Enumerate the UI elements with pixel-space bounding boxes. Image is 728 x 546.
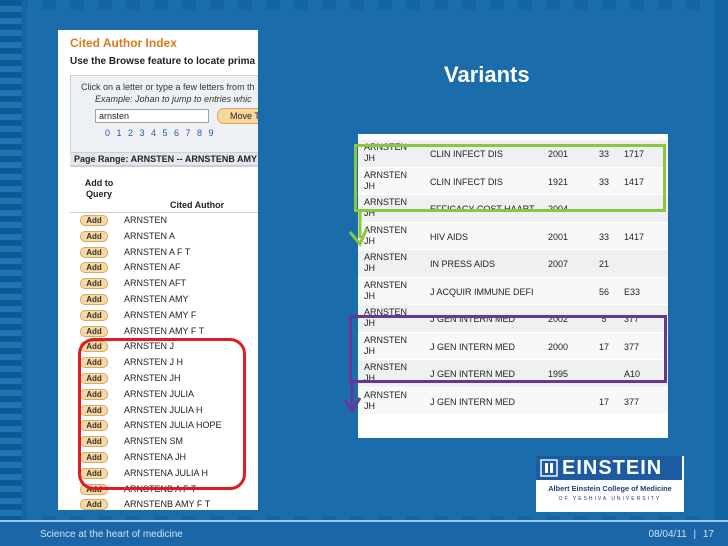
move-to-button[interactable]: Move To [217, 108, 258, 124]
cited-author-name: ARNSTEN AMY [124, 293, 189, 304]
cited-author-name: ARNSTENB AMY F T [124, 499, 211, 510]
einstein-logo: EINSTEIN Albert Einstein College of Medi… [536, 456, 684, 512]
footer-page-number: 17 [702, 529, 714, 540]
add-to-query-button[interactable]: Add [80, 262, 108, 274]
add-to-query-button[interactable]: Add [80, 278, 108, 290]
footer-separator: | [693, 529, 697, 540]
add-to-query-button[interactable]: Add [80, 325, 108, 337]
add-to-query-button[interactable]: Add [80, 499, 108, 510]
add-to-query-header: Add to Query [84, 178, 114, 199]
variant-page: E33 [624, 286, 641, 297]
purple-arrow-icon [343, 380, 362, 414]
einstein-emblem-icon [540, 459, 558, 477]
variant-year: 2001 [548, 231, 569, 242]
add-to-query-button[interactable]: Add [80, 293, 108, 305]
author-search-input[interactable]: arnsten [95, 109, 209, 123]
author-row: Add ARNSTEN AFT [80, 276, 258, 292]
cited-author-name: ARNSTEN AF [124, 262, 181, 273]
footer-tagline: Science at the heart of medicine [40, 529, 183, 540]
variant-page: 377 [624, 396, 640, 407]
variant-row: ARNSTEN JH IN PRESS AIDS 2007 21 [358, 250, 668, 278]
cited-author-index-title: Cited Author Index [70, 36, 177, 50]
red-highlight-box [78, 338, 246, 490]
footer-meta: 08/04/11 | 17 [649, 529, 714, 540]
author-row: Add ARNSTEN A [80, 229, 258, 245]
variant-row: ARNSTEN JH HIV AIDS 2001 33 1417 [358, 222, 668, 250]
logo-college: Albert Einstein College of Medicine [548, 484, 672, 493]
variant-volume: 17 [598, 396, 609, 407]
logo-name: EINSTEIN [562, 457, 663, 479]
variant-journal: J ACQUIR IMMUNE DEFI [430, 286, 534, 297]
variant-author: ARNSTEN JH [364, 252, 408, 273]
add-to-query-button[interactable]: Add [80, 215, 108, 226]
side-strip [0, 0, 22, 520]
author-row: Add ARNSTEN [80, 213, 258, 229]
purple-highlight-box [349, 315, 667, 383]
variant-page: 1417 [624, 231, 645, 242]
author-row: Add ARNSTEN AF [80, 260, 258, 276]
cited-author-name: ARNSTEN AMY F [124, 309, 197, 320]
cited-author-header: Cited Author [170, 200, 225, 210]
variant-volume: 21 [598, 259, 609, 269]
green-highlight-box [354, 144, 666, 212]
author-row: Add ARNSTEN A F T [80, 245, 258, 261]
variant-row: ARNSTEN JH J ACQUIR IMMUNE DEFI 56 E33 [358, 277, 668, 305]
variant-journal: J GEN INTERN MED [430, 396, 516, 407]
browse-instruction-text: Click on a letter or type a few letters … [81, 82, 255, 92]
digit-jump-links[interactable]: 0 1 2 3 4 5 6 7 8 9 [105, 128, 216, 138]
add-to-query-button[interactable]: Add [80, 230, 108, 242]
page-range-bar: Page Range: ARNSTEN -- ARNSTENB AMY F [70, 152, 258, 166]
variant-journal: HIV AIDS [430, 231, 469, 242]
variant-author: ARNSTEN JH [364, 389, 408, 411]
cited-author-name: ARNSTEN AMY F T [124, 325, 205, 336]
variant-author: ARNSTEN JH [364, 279, 408, 301]
variant-row: ARNSTEN JH J GEN INTERN MED 17 377 [358, 387, 668, 415]
add-to-query-button[interactable]: Add [80, 309, 108, 321]
footer: Science at the heart of medicine 08/04/1… [0, 522, 728, 546]
cited-author-name: ARNSTEN A [124, 230, 176, 241]
cited-author-name: ARNSTEN AFT [124, 278, 187, 289]
green-arrow-icon [348, 210, 368, 247]
browse-instructions: Use the Browse feature to locate prima [70, 56, 256, 67]
variant-year: 2007 [548, 259, 569, 269]
slide-title: Variants [444, 62, 530, 87]
footer-date: 08/04/11 [648, 529, 687, 540]
author-row: Add ARNSTEN AMY F T [80, 324, 258, 340]
add-to-query-button[interactable]: Add [80, 246, 108, 258]
variant-volume: 33 [598, 231, 609, 242]
browse-example-text: Example: Johan to jump to entries whic [95, 94, 252, 104]
cited-author-name: ARNSTEN A F T [124, 246, 191, 257]
author-row: Add ARNSTEN AMY F [80, 308, 258, 324]
author-row: Add ARNSTENB AMY F T [80, 497, 258, 510]
variant-author: ARNSTEN JH [364, 224, 408, 246]
logo-university: OF YESHIVA UNIVERSITY [558, 496, 662, 502]
cited-author-name: ARNSTEN [124, 215, 168, 225]
logo-wordmark: EINSTEIN [536, 456, 682, 480]
author-row: Add ARNSTEN AMY [80, 292, 258, 308]
variant-volume: 56 [598, 286, 609, 297]
variant-journal: IN PRESS AIDS [430, 259, 496, 269]
